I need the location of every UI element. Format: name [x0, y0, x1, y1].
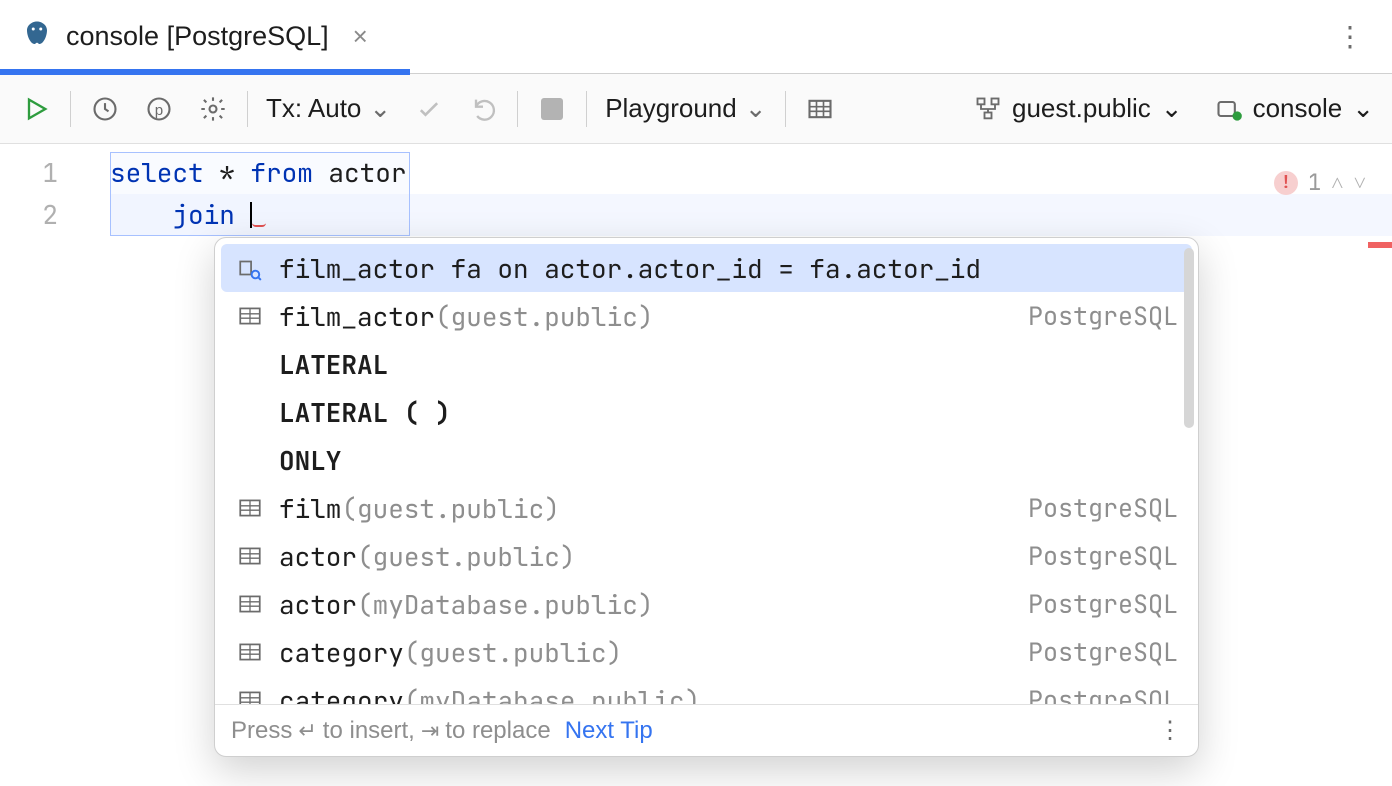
table-icon	[235, 495, 265, 521]
more-tabs-button[interactable]: ⋮	[1336, 0, 1364, 73]
session-selector[interactable]: console ⌄	[1215, 93, 1374, 124]
svg-text:p: p	[155, 101, 163, 118]
completion-item[interactable]: film_actor fa on actor.actor_id = fa.act…	[221, 244, 1192, 292]
session-icon	[1215, 95, 1243, 123]
separator	[785, 91, 786, 127]
table-icon	[235, 639, 265, 665]
chevron-down-icon: ⌄	[369, 93, 391, 124]
run-button[interactable]	[20, 93, 52, 125]
history-button[interactable]	[89, 93, 121, 125]
settings-button[interactable]	[197, 93, 229, 125]
completion-item[interactable]: category (myDatabase.public) PostgreSQL	[221, 676, 1192, 704]
completion-item[interactable]: category (guest.public) PostgreSQL	[221, 628, 1192, 676]
completion-item[interactable]: LATERAL	[221, 340, 1192, 388]
footer-hint: Press ↵ to insert, ⇥ to replace	[231, 717, 551, 745]
tab-title: console [PostgreSQL]	[66, 21, 329, 52]
postgres-icon	[22, 19, 52, 54]
table-icon	[235, 591, 265, 617]
completion-text: LATERAL ( )	[279, 395, 1178, 430]
completion-source: PostgreSQL	[1028, 299, 1178, 333]
completion-item[interactable]: ONLY	[221, 436, 1192, 484]
completion-item[interactable]: actor (guest.public) PostgreSQL	[221, 532, 1192, 580]
completion-source: PostgreSQL	[1028, 491, 1178, 525]
table-icon	[235, 303, 265, 329]
query-toolbar: p Tx: Auto ⌄ Playground ⌄ guest.public ⌄	[0, 74, 1392, 144]
tx-mode-selector[interactable]: Tx: Auto ⌄	[266, 93, 391, 124]
tab-console[interactable]: console [PostgreSQL] ×	[0, 0, 394, 73]
tab-bar: console [PostgreSQL] × ⋮	[0, 0, 1392, 74]
table-icon	[235, 543, 265, 569]
chevron-down-icon: ⌄	[1352, 93, 1374, 124]
text-cursor	[250, 202, 252, 228]
completion-text: film_actor (guest.public)	[279, 299, 1014, 334]
completion-text: actor (myDatabase.public)	[279, 587, 1014, 622]
enter-key-icon: ↵	[298, 718, 316, 744]
chevron-down-icon: ⌄	[1161, 93, 1183, 124]
tab-key-icon: ⇥	[421, 718, 439, 744]
scrollbar-thumb[interactable]	[1184, 248, 1194, 428]
completion-text: ONLY	[279, 443, 1178, 478]
chevron-down-icon: ⌄	[745, 93, 767, 124]
completion-item[interactable]: actor (myDatabase.public) PostgreSQL	[221, 580, 1192, 628]
completion-footer: Press ↵ to insert, ⇥ to replace Next Tip…	[215, 704, 1198, 756]
separator	[586, 91, 587, 127]
completion-text: LATERAL	[279, 347, 1178, 382]
completion-item[interactable]: film_actor (guest.public) PostgreSQL	[221, 292, 1192, 340]
smart-join-icon	[235, 255, 265, 281]
line-number: 2	[0, 194, 110, 236]
close-tab-button[interactable]: ×	[353, 21, 368, 52]
separator	[70, 91, 71, 127]
completion-menu-button[interactable]: ⋮	[1158, 716, 1182, 745]
completion-text: film (guest.public)	[279, 491, 1014, 526]
commit-button[interactable]	[413, 93, 445, 125]
output-mode-selector[interactable]: Playground ⌄	[605, 93, 766, 124]
completion-item[interactable]: LATERAL ( )	[221, 388, 1192, 436]
separator	[247, 91, 248, 127]
table-view-button[interactable]	[804, 93, 836, 125]
completion-text: category (myDatabase.public)	[279, 683, 1014, 705]
tab-active-indicator	[0, 69, 410, 75]
completion-text: actor (guest.public)	[279, 539, 1014, 574]
separator	[517, 91, 518, 127]
schema-icon	[974, 95, 1002, 123]
schema-selector[interactable]: guest.public ⌄	[974, 93, 1183, 124]
stop-button[interactable]	[536, 93, 568, 125]
completion-text: film_actor fa on actor.actor_id = fa.act…	[279, 251, 1178, 286]
next-tip-link[interactable]: Next Tip	[565, 717, 653, 745]
completion-list[interactable]: film_actor fa on actor.actor_id = fa.act…	[215, 238, 1198, 704]
completion-item[interactable]: film (guest.public) PostgreSQL	[221, 484, 1192, 532]
table-icon	[235, 687, 265, 704]
line-number: 1	[0, 152, 110, 194]
scrollbar-error-mark[interactable]	[1368, 242, 1392, 248]
completion-source: PostgreSQL	[1028, 587, 1178, 621]
rollback-button[interactable]	[467, 93, 499, 125]
completion-popup: film_actor fa on actor.actor_id = fa.act…	[214, 237, 1199, 757]
gutter: 1 2	[0, 144, 110, 786]
completion-source: PostgreSQL	[1028, 635, 1178, 669]
completion-source: PostgreSQL	[1028, 683, 1178, 704]
completion-source: PostgreSQL	[1028, 539, 1178, 573]
completion-text: category (guest.public)	[279, 635, 1014, 670]
profile-button[interactable]: p	[143, 93, 175, 125]
